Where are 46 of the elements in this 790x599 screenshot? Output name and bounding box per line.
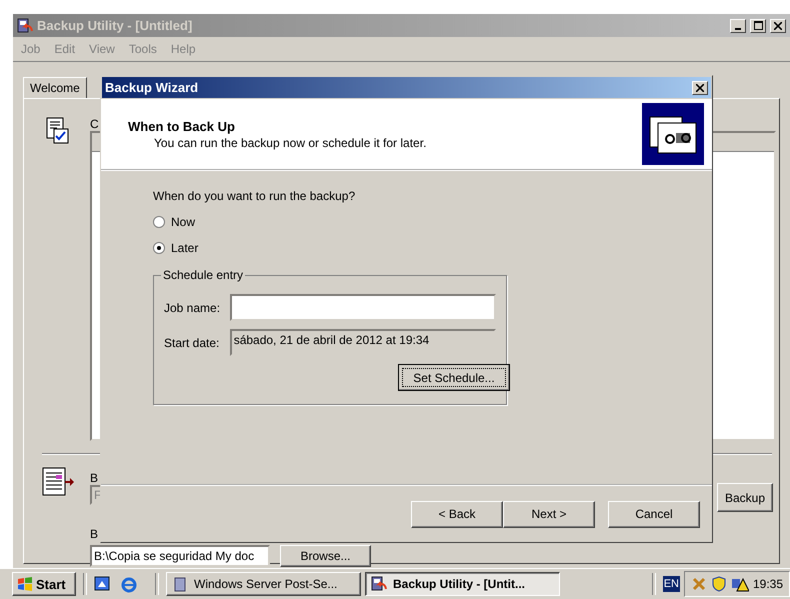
backup-button[interactable]: Backup: [717, 483, 773, 512]
next-button[interactable]: Next >: [503, 500, 595, 528]
cancel-button[interactable]: Cancel: [608, 500, 700, 528]
start-date-field: sábado, 21 de abril de 2012 at 19:34: [230, 329, 496, 356]
taskbar-button[interactable]: Windows Server Post-Se...: [166, 572, 361, 596]
radio-option[interactable]: Later: [153, 241, 198, 255]
close-icon: [696, 84, 704, 92]
question-text: When do you want to run the backup?: [153, 189, 356, 203]
partial-label: B: [90, 527, 98, 541]
tape-cassette-icon: [642, 103, 704, 165]
radio-option[interactable]: Now: [153, 215, 196, 229]
clock: 19:35: [752, 577, 783, 591]
backup-app-icon: [17, 18, 33, 34]
maximize-button[interactable]: [750, 18, 766, 32]
language-indicator[interactable]: EN: [662, 576, 680, 592]
job-name-field[interactable]: [230, 294, 496, 321]
wizard-subheading: You can run the backup now or schedule it for later.: [153, 136, 428, 150]
start-button[interactable]: Start: [12, 572, 76, 596]
wizard-heading: When to Back Up: [128, 118, 236, 134]
dialog-title: Backup Wizard: [105, 80, 200, 95]
backup-app-icon: [371, 576, 387, 592]
close-icon: [774, 22, 782, 30]
field-label: Job name:: [164, 300, 222, 314]
network-warning-icon[interactable]: [730, 576, 749, 592]
windows-flag-icon: [17, 577, 33, 591]
document-arrow-icon: [42, 467, 74, 497]
set-schedule-button[interactable]: Set Schedule...: [398, 364, 510, 391]
close-button[interactable]: [770, 18, 786, 32]
browser-icon[interactable]: [120, 575, 138, 593]
minimize-button[interactable]: [730, 18, 746, 32]
maximize-icon: [754, 21, 762, 30]
partial-label: C: [90, 117, 99, 131]
field-label: Start date:: [164, 336, 220, 350]
taskbar-button[interactable]: Backup Utility - [Untit...: [365, 572, 560, 596]
group-title: Schedule entry: [161, 268, 246, 282]
server-icon: [172, 576, 188, 592]
path-field[interactable]: B:\Copia se seguridad My doc: [90, 545, 270, 567]
browse-button[interactable]: Browse...: [280, 545, 371, 567]
back-button[interactable]: < Back: [411, 500, 503, 528]
minimize-icon: [735, 28, 741, 30]
shield-icon[interactable]: [710, 576, 727, 592]
tab[interactable]: Welcome: [23, 77, 87, 99]
window-title: Backup Utility - [Untitled]: [37, 18, 194, 33]
close-button[interactable]: [692, 80, 708, 94]
checklist-icon: [46, 115, 70, 145]
partial-label: B: [90, 471, 98, 485]
